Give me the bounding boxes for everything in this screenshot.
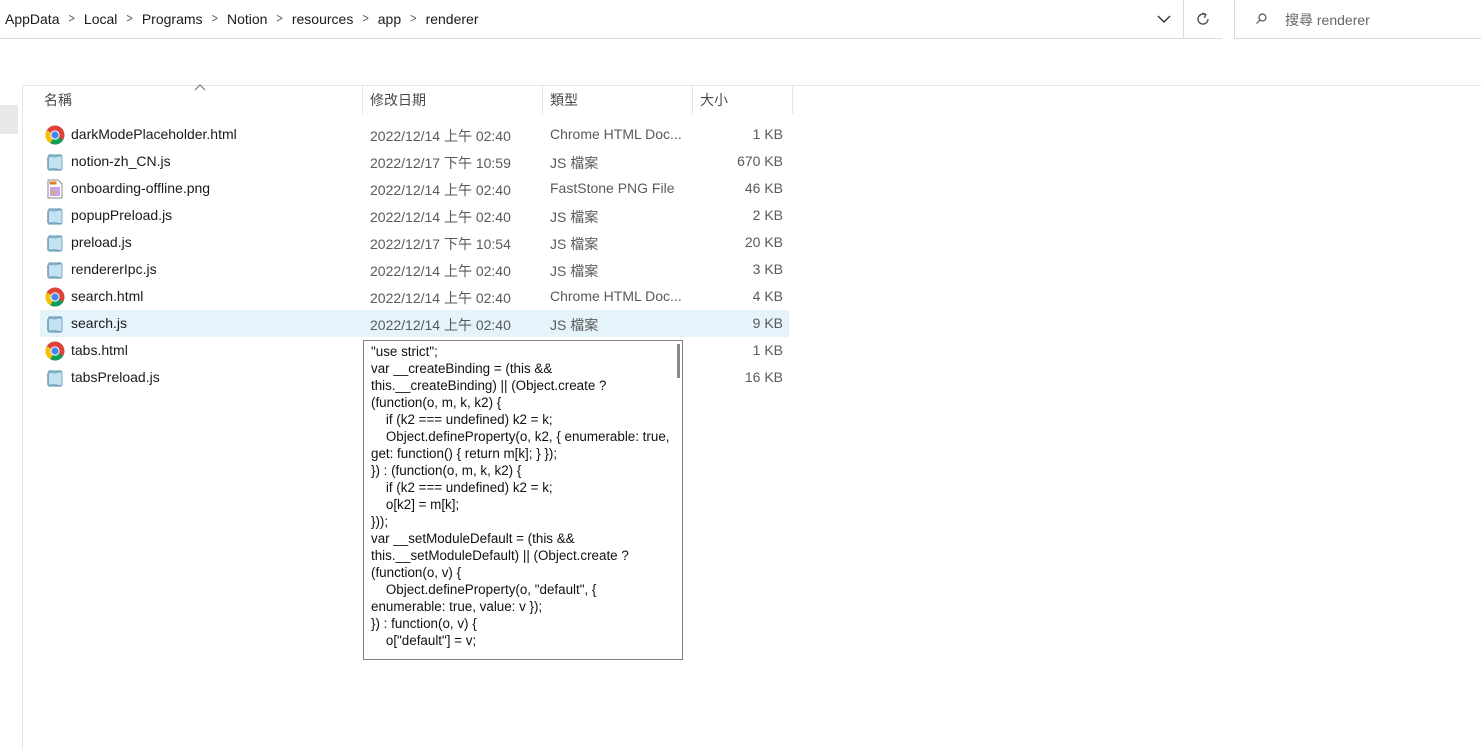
file-name: search.js (71, 315, 128, 331)
file-name: onboarding-offline.png (71, 180, 211, 196)
breadcrumb-item[interactable]: Notion (226, 11, 268, 27)
file-modified-date: 2022/12/14 上午 02:40 (370, 317, 511, 333)
preview-text: "use strict"; var __createBinding = (thi… (371, 344, 670, 648)
file-size: 1 KB (752, 342, 783, 358)
column-header-modified-label: 修改日期 (370, 92, 426, 108)
breadcrumb-item[interactable]: Local (83, 11, 118, 27)
breadcrumb-separator[interactable]: > (126, 12, 132, 26)
column-header-type-label: 類型 (550, 92, 578, 108)
file-name: notion-zh_CN.js (71, 153, 171, 169)
file-row[interactable]: preload.js 2022/12/17 下午 10:54 JS 檔案 20 KB (40, 229, 789, 256)
file-size: 4 KB (752, 288, 783, 304)
refresh-button[interactable] (1183, 0, 1222, 38)
js-file-icon (45, 206, 65, 226)
address-bar[interactable]: AppData > Local > Programs > Notion > resources >… (0, 0, 1222, 39)
column-header-size-label: 大小 (700, 92, 728, 108)
breadcrumb-separator[interactable]: > (362, 12, 368, 26)
search-box[interactable]: 搜尋 renderer (1234, 0, 1481, 39)
file-type: JS 檔案 (550, 209, 599, 225)
file-type: Chrome HTML Doc... (550, 126, 682, 142)
file-size: 3 KB (752, 261, 783, 277)
navigation-pane-scrollbar[interactable] (0, 105, 18, 134)
breadcrumb-item[interactable]: Programs (141, 11, 204, 27)
file-size: 2 KB (752, 207, 783, 223)
sort-ascending-icon (194, 84, 206, 91)
file-name: tabsPreload.js (71, 369, 160, 385)
file-row[interactable]: onboarding-offline.png 2022/12/14 上午 02:4… (40, 175, 789, 202)
js-file-icon (45, 368, 65, 388)
preview-scrollbar (677, 344, 680, 378)
column-divider[interactable] (792, 86, 793, 114)
file-modified-date: 2022/12/14 上午 02:40 (370, 263, 511, 279)
file-name: darkModePlaceholder.html (71, 126, 237, 142)
file-name: tabs.html (71, 342, 128, 358)
file-size: 1 KB (752, 126, 783, 142)
column-header-name-label: 名稱 (44, 92, 72, 108)
file-type: JS 檔案 (550, 155, 599, 171)
file-size: 46 KB (744, 180, 783, 196)
js-file-icon (45, 152, 65, 172)
js-file-icon (45, 260, 65, 280)
file-type: JS 檔案 (550, 263, 599, 279)
breadcrumb-item[interactable]: renderer (425, 11, 480, 27)
file-row[interactable]: popupPreload.js 2022/12/14 上午 02:40 JS 檔案 2… (40, 202, 789, 229)
file-modified-date: 2022/12/17 下午 10:54 (370, 236, 511, 252)
breadcrumb-separator[interactable]: > (212, 12, 218, 26)
breadcrumb-separator[interactable]: > (276, 12, 282, 26)
file-type: Chrome HTML Doc... (550, 288, 682, 304)
file-row[interactable]: darkModePlaceholder.html 2022/12/14 上午 02… (40, 121, 789, 148)
file-row[interactable]: search.js 2022/12/14 上午 02:40 JS 檔案 9 KB (40, 310, 789, 337)
file-row[interactable]: rendererIpc.js 2022/12/14 上午 02:40 JS 檔案 3 … (40, 256, 789, 283)
breadcrumb-item[interactable]: app (377, 11, 402, 27)
file-type: FastStone PNG File (550, 180, 675, 196)
file-modified-date: 2022/12/17 下午 10:59 (370, 155, 511, 171)
file-modified-date: 2022/12/14 上午 02:40 (370, 290, 511, 306)
chrome-icon (45, 287, 65, 307)
file-name: preload.js (71, 234, 132, 250)
file-modified-date: 2022/12/14 上午 02:40 (370, 182, 511, 198)
file-type: JS 檔案 (550, 317, 599, 333)
breadcrumb-separator[interactable]: > (68, 12, 74, 26)
breadcrumb-item[interactable]: resources (291, 11, 354, 27)
breadcrumb-separator[interactable]: > (410, 12, 416, 26)
file-size: 16 KB (744, 369, 783, 385)
breadcrumb-item[interactable]: AppData (4, 11, 60, 27)
file-name: search.html (71, 288, 144, 304)
file-size: 20 KB (744, 234, 783, 250)
chrome-icon (45, 341, 65, 361)
column-header-modified[interactable]: 修改日期 (362, 86, 542, 114)
file-name: rendererIpc.js (71, 261, 157, 277)
file-size: 670 KB (737, 153, 783, 169)
png-file-icon (45, 179, 65, 199)
search-icon (1256, 13, 1267, 24)
file-preview-tooltip: "use strict"; var __createBinding = (thi… (363, 340, 683, 660)
file-row[interactable]: notion-zh_CN.js 2022/12/17 下午 10:59 JS 檔案 6… (40, 148, 789, 175)
column-header-size[interactable]: 大小 (692, 86, 792, 114)
file-name: popupPreload.js (71, 207, 173, 223)
search-input[interactable]: 搜尋 renderer (1285, 10, 1370, 30)
js-file-icon (45, 233, 65, 253)
column-header-type[interactable]: 類型 (542, 86, 692, 114)
refresh-icon (1197, 12, 1209, 25)
chevron-down-icon (1157, 15, 1171, 23)
file-row[interactable]: search.html 2022/12/14 上午 02:40 Chrome HTM… (40, 283, 789, 310)
file-modified-date: 2022/12/14 上午 02:40 (370, 128, 511, 144)
js-file-icon (45, 314, 65, 334)
breadcrumb: AppData > Local > Programs > Notion > resources >… (4, 0, 479, 38)
file-modified-date: 2022/12/14 上午 02:40 (370, 209, 511, 225)
navigation-pane-splitter[interactable] (22, 85, 23, 749)
file-size: 9 KB (752, 315, 783, 331)
address-history-dropdown[interactable] (1149, 0, 1179, 38)
chrome-icon (45, 125, 65, 145)
file-type: JS 檔案 (550, 236, 599, 252)
